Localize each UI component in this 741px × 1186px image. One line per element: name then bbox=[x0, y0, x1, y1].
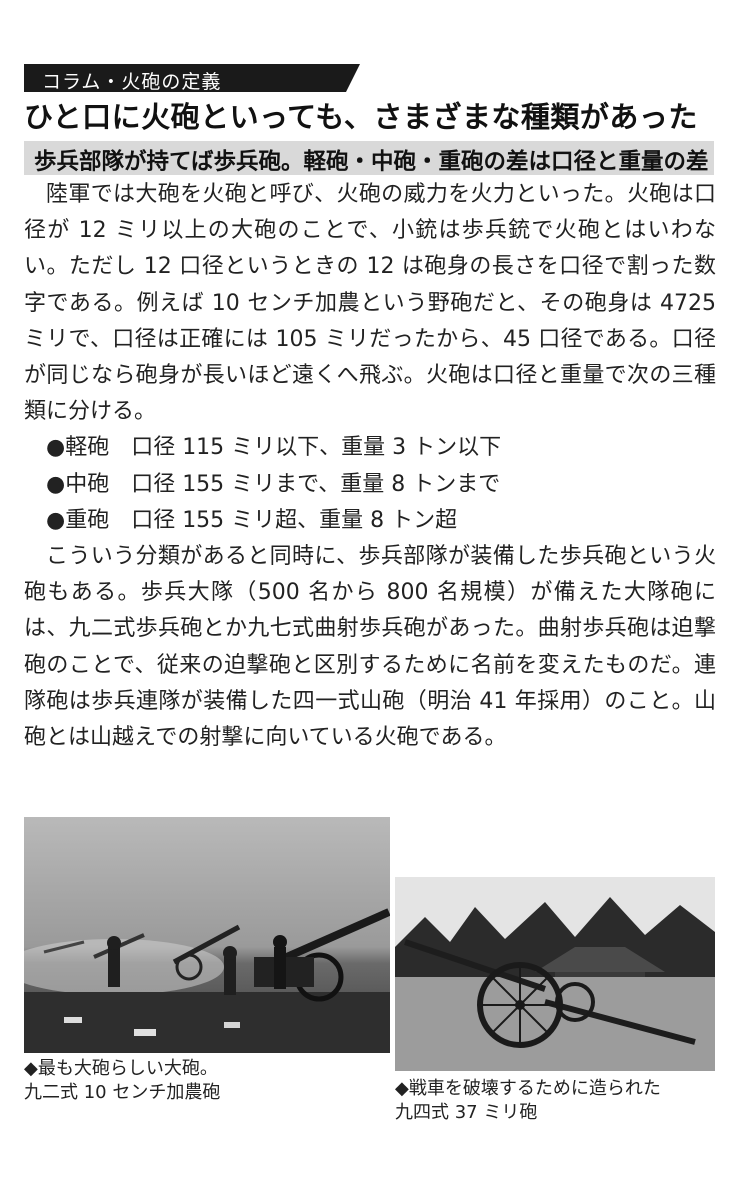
column-label: コラム・火砲の定義 bbox=[42, 71, 222, 93]
subheadline-bar: 歩兵部隊が持てば歩兵砲。軽砲・中砲・重砲の差は口径と重量の差 bbox=[24, 141, 714, 175]
caption-left-line-2: 九二式 10 センチ加農砲 bbox=[24, 1082, 221, 1103]
caption-right-line-2: 九四式 37 ミリ砲 bbox=[395, 1102, 538, 1123]
caption-type92-cannon: ◆最も大砲らしい大砲。 九二式 10 センチ加農砲 bbox=[24, 1057, 220, 1105]
paragraph-1: 陸軍では大砲を火砲と呼び、火砲の威力を火力といった。火砲は口径が 12 ミリ以上… bbox=[24, 182, 716, 425]
article-body: 陸軍では大砲を火砲と呼び、火砲の威力を火力といった。火砲は口径が 12 ミリ以上… bbox=[24, 177, 716, 756]
photo-type94-37mm-gun bbox=[395, 877, 715, 1071]
caption-type94-gun: ◆戦車を破壊するために造られた 九四式 37 ミリ砲 bbox=[395, 1077, 661, 1125]
bullet-medium-gun: ●中砲 口径 155 ミリまで、重量 8 トンまで bbox=[46, 471, 501, 497]
subheadline: 歩兵部隊が持てば歩兵砲。軽砲・中砲・重砲の差は口径と重量の差 bbox=[34, 149, 709, 175]
paragraph-2: こういう分類があると同時に、歩兵部隊が装備した歩兵砲という火砲もある。歩兵大隊（… bbox=[24, 544, 716, 751]
bullet-heavy-gun: ●重砲 口径 155 ミリ超、重量 8 トン超 bbox=[46, 507, 458, 533]
column-label-banner: コラム・火砲の定義 bbox=[24, 64, 360, 93]
bullet-light-gun: ●軽砲 口径 115 ミリ以下、重量 3 トン以下 bbox=[46, 435, 502, 461]
photo-type92-cannon bbox=[24, 817, 390, 1053]
caption-left-line-1: ◆最も大砲らしい大砲。 bbox=[24, 1058, 218, 1079]
headline: ひと口に火砲といっても、さまざまな種類があった bbox=[24, 100, 698, 134]
caption-right-line-1: ◆戦車を破壊するために造られた bbox=[395, 1078, 661, 1099]
